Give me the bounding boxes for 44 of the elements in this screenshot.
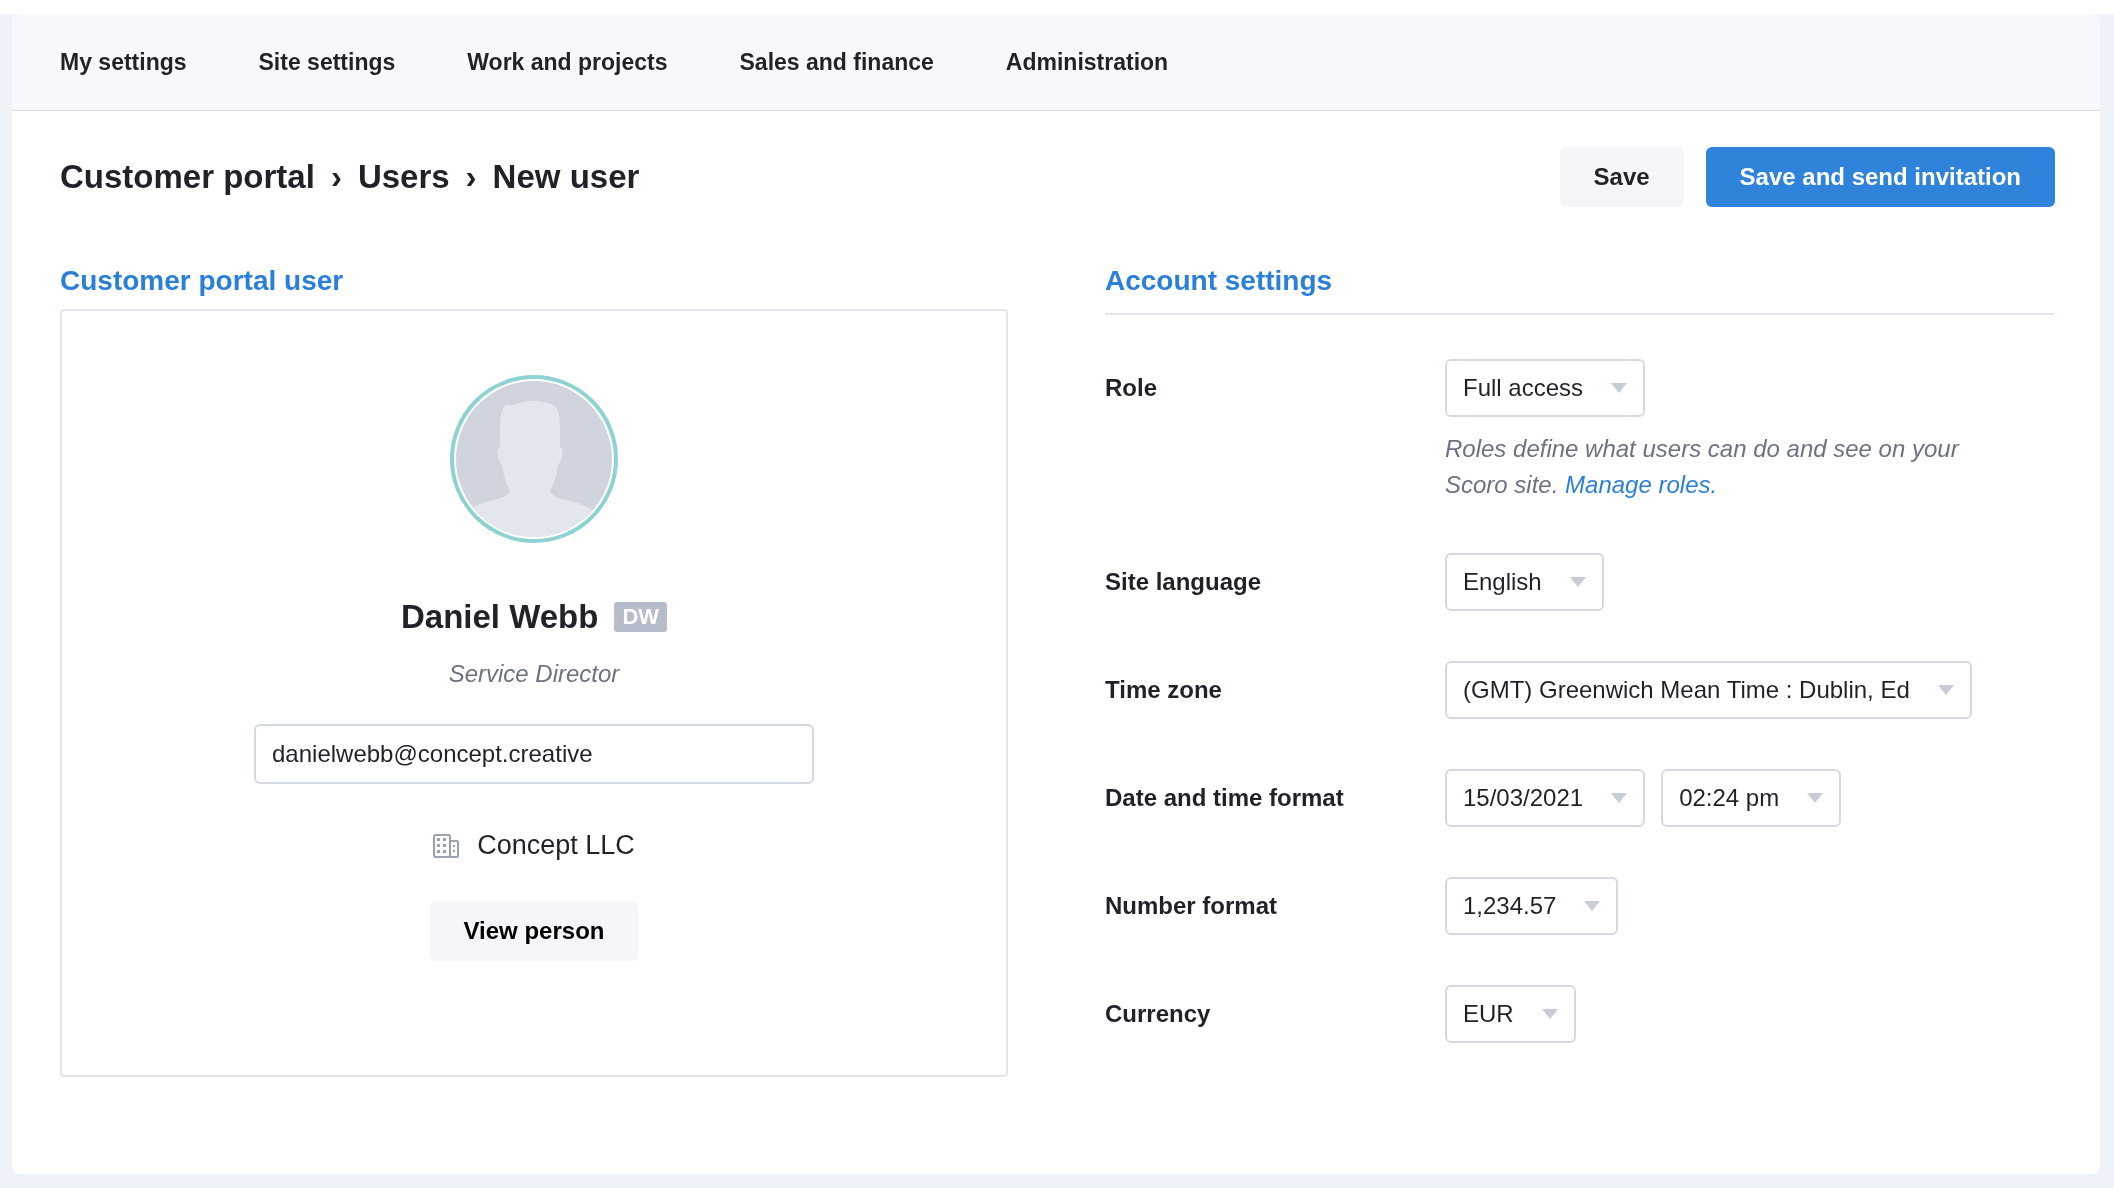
save-button[interactable]: Save	[1559, 147, 1684, 207]
view-person-button[interactable]: View person	[429, 901, 639, 961]
breadcrumb-item: New user	[492, 158, 640, 196]
email-field[interactable]: danielwebb@concept.creative	[254, 724, 814, 784]
breadcrumb-separator: ›	[330, 158, 342, 196]
avatar-silhouette-icon	[450, 375, 618, 543]
manage-roles-link[interactable]: Manage roles.	[1565, 471, 1718, 498]
dropdown[interactable]: Full access	[1445, 359, 1646, 417]
field-label: Site language	[1105, 567, 1263, 597]
dropdown[interactable]: 02:24 pm	[1661, 769, 1842, 827]
field-label: Time zone	[1105, 675, 1223, 705]
section-title: Account settings	[1105, 265, 2054, 315]
caret-icon	[1584, 901, 1601, 911]
caret-icon	[1611, 793, 1628, 803]
caret-icon	[1569, 577, 1586, 587]
dropdown[interactable]: 1,234.57	[1445, 877, 1619, 935]
hint-text: Roles define what users can do and see on your Scoro site. Manage roles.	[1445, 434, 1961, 500]
user-name: Daniel Webb	[400, 598, 599, 636]
caret-icon	[1807, 793, 1824, 803]
initials-badge: DW	[614, 602, 668, 632]
breadcrumb-item[interactable]: Customer portal	[60, 158, 315, 196]
caret-icon	[1541, 1009, 1558, 1019]
dropdown[interactable]: 15/03/2021	[1445, 769, 1646, 827]
building-icon	[433, 833, 460, 858]
field-label: Date and time format	[1105, 783, 1345, 813]
dropdown[interactable]: EUR	[1445, 985, 1576, 1043]
dropdown[interactable]: (GMT) Greenwich Mean Time : Dublin, Ed	[1445, 661, 1972, 719]
section-title: Customer portal user	[60, 265, 345, 298]
nav-tab[interactable]: Site settings	[258, 48, 396, 76]
dropdown[interactable]: English	[1445, 553, 1604, 611]
job-title: Service Director	[448, 660, 620, 688]
nav-tab[interactable]: Sales and finance	[739, 48, 934, 76]
breadcrumb-separator: ›	[465, 158, 477, 196]
breadcrumb-item[interactable]: Users	[357, 158, 450, 196]
field-label: Role	[1105, 373, 1158, 403]
nav-tab[interactable]: Work and projects	[467, 48, 668, 76]
caret-icon	[1937, 685, 1954, 695]
field-label: Number format	[1105, 891, 1279, 921]
save-and-invite-button[interactable]: Save and send invitation	[1705, 147, 2055, 207]
caret-icon	[1611, 383, 1628, 393]
nav-tab[interactable]: Administration	[1005, 48, 1169, 76]
nav-tab[interactable]: My settings	[60, 48, 187, 76]
field-label: Currency	[1105, 999, 1212, 1029]
company-name: Concept LLC	[477, 830, 635, 861]
